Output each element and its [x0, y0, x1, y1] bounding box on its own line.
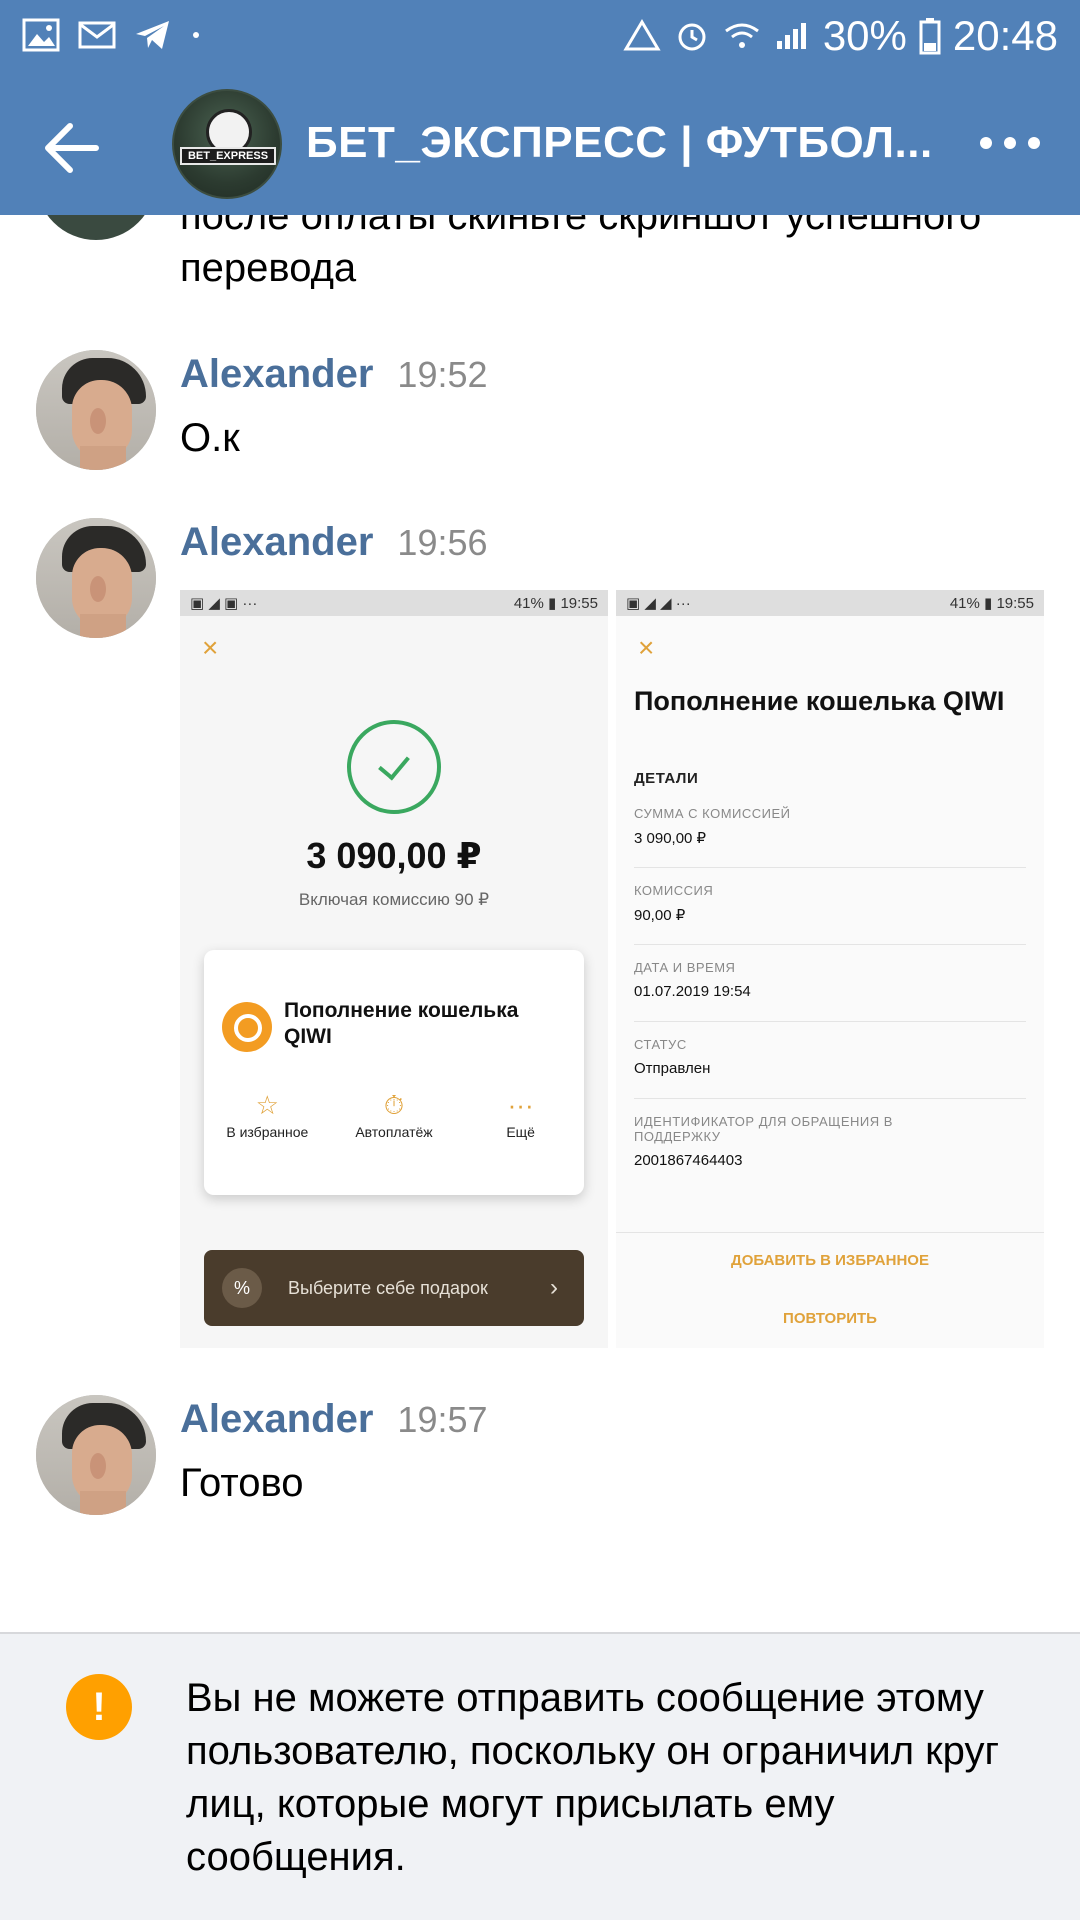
- card-action-more: ··· Ещё: [466, 1090, 576, 1140]
- clock: 20:48: [952, 12, 1058, 59]
- gallery-icon: [22, 18, 60, 52]
- battery-icon: [919, 18, 941, 55]
- mini-status-bar: ▣ ◢ ▣ ··· 41% ▮ 19:55: [180, 590, 608, 616]
- chat-header: BET_EXPRESS БЕТ_ЭКСПРЕСС | ФУТБОЛ...: [0, 78, 1080, 215]
- mini-status-bar: ▣ ◢ ◢ ··· 41% ▮ 19:55: [616, 590, 1044, 616]
- message-text: О.к: [180, 416, 240, 460]
- message-time: 19:57: [397, 1399, 488, 1440]
- group-avatar-label: BET_EXPRESS: [180, 147, 276, 165]
- detail-row: ДАТА И ВРЕМЯ 01.07.2019 19:54: [634, 960, 1026, 1022]
- back-arrow-icon[interactable]: [38, 113, 108, 183]
- message-author[interactable]: Alexander: [180, 520, 373, 565]
- gift-banner: % Выберите себе подарок ›: [204, 1250, 584, 1326]
- avatar[interactable]: [36, 518, 156, 638]
- group-avatar[interactable]: BET_EXPRESS: [172, 89, 282, 199]
- message-author[interactable]: Alexander: [180, 1397, 373, 1442]
- success-check-icon: [347, 720, 441, 814]
- repeat-link: ПОВТОРИТЬ: [783, 1310, 877, 1327]
- detail-row: СУММА С КОМИССИЕЙ 3 090,00 ₽: [634, 806, 1026, 868]
- payment-commission: Включая комиссию 90 ₽: [298, 890, 490, 909]
- more-dots-icon: ···: [507, 1090, 534, 1120]
- photo-attachment[interactable]: ▣ ◢ ◢ ··· 41% ▮ 19:55 × Пополнение кошел…: [616, 590, 1044, 1348]
- cannot-send-notice: ! Вы не можете отправить сообщение этому…: [0, 1632, 1080, 1920]
- wifi-icon: [724, 23, 759, 48]
- message-time: 19:52: [397, 354, 488, 395]
- payment-card: Пополнение кошелька QIWI ☆ В избранное ⏱…: [204, 950, 584, 1195]
- card-title: Пополнение кошелька QIWI: [284, 999, 519, 1048]
- telegram-icon: [136, 21, 169, 49]
- mail-icon: [78, 21, 116, 49]
- message-time: 19:56: [397, 522, 488, 563]
- close-icon: ×: [638, 632, 655, 663]
- card-action-autopay: ⏱ Автоплатёж: [339, 1090, 449, 1140]
- avatar[interactable]: [36, 350, 156, 470]
- qiwi-logo-icon: [222, 1002, 272, 1052]
- message-text: Готово: [180, 1461, 304, 1505]
- message-author[interactable]: Alexander: [180, 352, 373, 397]
- detail-row: ИДЕНТИФИКАТОР ДЛЯ ОБРАЩЕНИЯ В ПОДДЕРЖКУ …: [634, 1114, 893, 1169]
- avatar[interactable]: [36, 1395, 156, 1515]
- more-options-icon[interactable]: [980, 118, 1040, 168]
- payment-amount: 3 090,00 ₽: [306, 835, 482, 876]
- dot-icon: [193, 32, 199, 38]
- chevron-right-icon: ›: [550, 1274, 558, 1301]
- add-favorite-link: ДОБАВИТЬ В ИЗБРАННОЕ: [731, 1252, 929, 1269]
- chat-screen: после оплаты скиньте скриншот успешного …: [0, 0, 1080, 1920]
- chat-title[interactable]: БЕТ_ЭКСПРЕСС | ФУТБОЛ...: [306, 118, 946, 168]
- detail-row: СТАТУС Отправлен: [634, 1037, 1026, 1099]
- signal-icon: [776, 23, 806, 49]
- battery-percent: 30%: [822, 12, 907, 59]
- photo-attachments: ▣ ◢ ▣ ··· 41% ▮ 19:55 × 3 090,00 ₽ Включ…: [180, 590, 1044, 1348]
- details-section: ДЕТАЛИ: [634, 770, 699, 787]
- card-action-favorite: ☆ В избранное: [212, 1090, 322, 1140]
- photo-attachment[interactable]: ▣ ◢ ▣ ··· 41% ▮ 19:55 × 3 090,00 ₽ Включ…: [180, 590, 608, 1348]
- data-saver-icon: [623, 19, 661, 51]
- top-bar: 30% 20:48 BET_EXPRESS БЕТ_ЭКСПРЕСС | ФУТ…: [0, 0, 1080, 215]
- timer-icon: ⏱: [383, 1090, 405, 1120]
- details-title: Пополнение кошелька QIWI: [634, 686, 1005, 716]
- warning-icon: !: [66, 1674, 132, 1740]
- close-icon: ×: [202, 632, 219, 663]
- detail-row: КОМИССИЯ 90,00 ₽: [634, 883, 1026, 945]
- status-bar: 30% 20:48: [0, 0, 1080, 78]
- star-icon: ☆: [255, 1090, 279, 1120]
- percent-icon: %: [222, 1268, 262, 1308]
- notice-text: Вы не можете отправить сообщение этому п…: [186, 1676, 1000, 1879]
- alarm-icon: [678, 23, 706, 51]
